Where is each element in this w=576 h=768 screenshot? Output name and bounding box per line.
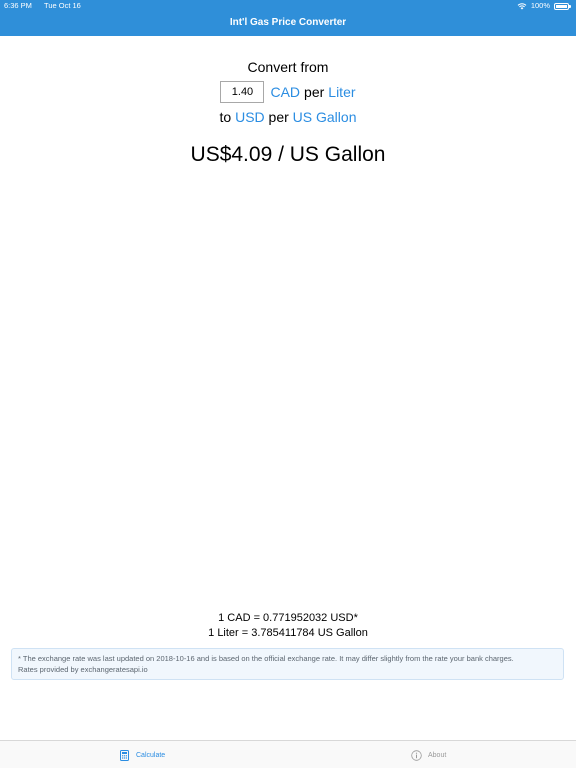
battery-icon xyxy=(554,2,572,10)
tab-calculate-label: Calculate xyxy=(136,751,166,759)
to-text: to xyxy=(219,109,232,125)
info-icon xyxy=(411,749,422,761)
status-bar-right: 100% xyxy=(517,0,572,12)
tab-about-label: About xyxy=(428,751,447,759)
battery-percent: 100% xyxy=(530,1,550,10)
per-text-from: per xyxy=(304,84,325,100)
convert-from-label: Convert from xyxy=(247,59,329,75)
to-currency-link[interactable]: USD xyxy=(235,109,265,125)
status-time: 6:36 PM xyxy=(4,1,32,10)
status-bar: 6:36 PM Tue Oct 16 100% xyxy=(0,0,576,12)
note-line-2: Rates provided by exchangeratesapi.io xyxy=(18,665,148,674)
tab-about[interactable]: About xyxy=(411,747,446,763)
converted-price-result: US$4.09 / US Gallon xyxy=(190,143,386,166)
from-unit-link[interactable]: Liter xyxy=(328,84,355,100)
wifi-icon xyxy=(517,3,527,10)
status-date: Tue Oct 16 xyxy=(44,1,81,10)
status-bar-left: 6:36 PM Tue Oct 16 xyxy=(4,0,81,12)
unit-rate-text: 1 Liter = 3.785411784 US Gallon xyxy=(208,627,368,639)
note-line-1: * The exchange rate was last updated on … xyxy=(18,654,514,663)
calculator-icon xyxy=(120,749,129,761)
navigation-header: 6:36 PM Tue Oct 16 100% Int'l Gas Price … xyxy=(0,0,576,36)
from-input-row: CAD per Liter xyxy=(0,80,576,104)
currency-rate-text: 1 CAD = 0.771952032 USD* xyxy=(218,612,358,624)
tab-bar: Calculate About xyxy=(0,740,576,768)
per-text-to: per xyxy=(268,109,289,125)
exchange-rate-note: * The exchange rate was last updated on … xyxy=(11,648,564,680)
app-title: Int'l Gas Price Converter xyxy=(229,17,347,28)
from-currency-link[interactable]: CAD xyxy=(270,84,300,100)
tab-calculate[interactable]: Calculate xyxy=(119,747,165,763)
to-row: to USD per US Gallon xyxy=(0,109,576,126)
to-unit-link[interactable]: US Gallon xyxy=(293,109,357,125)
amount-input[interactable] xyxy=(220,81,265,103)
